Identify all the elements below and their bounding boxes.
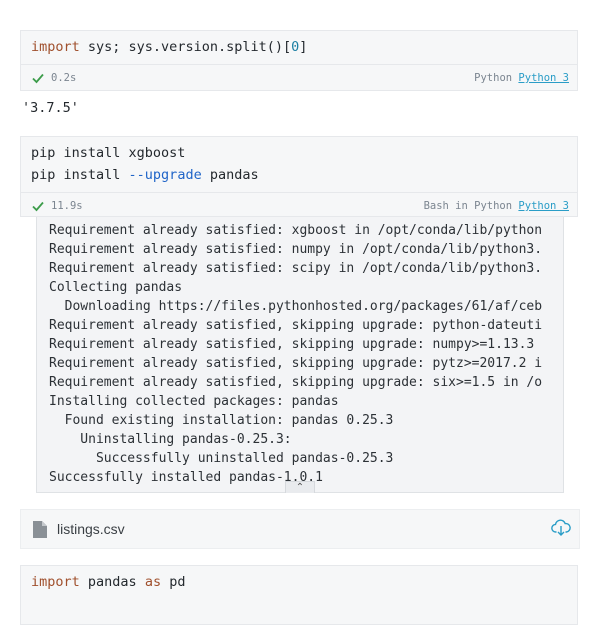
file-attachment[interactable]: listings.csv <box>20 509 580 549</box>
check-icon <box>32 201 44 212</box>
code-editor-1[interactable]: import sys; sys.version.split()[0] <box>21 31 577 64</box>
code-text: pd <box>161 574 186 590</box>
code-text: ] <box>299 39 308 55</box>
keyword-import: import <box>31 39 80 55</box>
code-text: pandas <box>79 574 145 590</box>
code-cell-3[interactable]: import pandas as pd <box>20 565 578 625</box>
cell-output-1: '3.7.5' <box>22 100 79 116</box>
execution-time: 11.9s <box>51 200 83 212</box>
execution-time: 0.2s <box>51 72 77 84</box>
cell-status-bar-2: 11.9s Bash in Python Python 3 <box>21 192 577 219</box>
keyword-as: as <box>144 574 162 590</box>
code-cell-1[interactable]: import sys; sys.version.split()[0] 0.2s … <box>20 30 578 91</box>
kernel-info: Bash in Python Python 3 <box>424 200 569 212</box>
stream-output[interactable]: Requirement already satisfied: xgboost i… <box>36 217 564 493</box>
code-line: pip install xgboost <box>31 145 186 161</box>
keyword-import: import <box>31 574 80 590</box>
cell-status-bar-1: 0.2s Python Python 3 <box>21 64 577 91</box>
code-text: pandas <box>201 167 259 183</box>
check-icon <box>32 73 44 84</box>
code-editor-2[interactable]: pip install xgboost pip install --upgrad… <box>21 137 577 192</box>
code-text: pip install <box>31 167 129 183</box>
code-flag: --upgrade <box>128 167 202 183</box>
file-name[interactable]: listings.csv <box>57 521 125 537</box>
code-text: sys; sys.version.split()[ <box>79 39 292 55</box>
code-editor-3[interactable]: import pandas as pd <box>21 566 577 599</box>
code-cell-2[interactable]: pip install xgboost pip install --upgrad… <box>20 136 578 217</box>
kernel-link[interactable]: Python 3 <box>518 200 569 212</box>
stream-text: Requirement already satisfied: xgboost i… <box>49 223 543 485</box>
kernel-language: Python <box>474 72 513 84</box>
kernel-info: Python Python 3 <box>474 72 569 84</box>
collapse-output-button[interactable]: ⌃ <box>285 481 315 493</box>
kernel-language: Bash in Python <box>423 200 513 212</box>
kernel-link[interactable]: Python 3 <box>518 72 569 84</box>
cloud-download-icon[interactable] <box>551 518 571 538</box>
file-icon <box>33 521 47 538</box>
